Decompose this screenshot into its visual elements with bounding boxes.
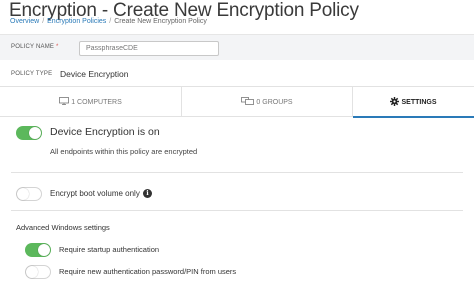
breadcrumb-encryption-policies[interactable]: Encryption Policies (47, 18, 106, 25)
gear-icon (390, 96, 400, 108)
encrypt-boot-volume-toggle[interactable] (16, 187, 42, 201)
policy-tabs: 1 COMPUTERS 0 GROUPS SETTINGS (0, 86, 474, 118)
policy-type-row: POLICY TYPE Device Encryption (0, 63, 474, 85)
require-new-pin-toggle[interactable] (25, 265, 51, 279)
tab-groups[interactable]: 0 GROUPS (181, 87, 353, 117)
tab-computers[interactable]: 1 COMPUTERS (0, 87, 181, 117)
encrypt-boot-volume-label: Encrypt boot volume only (50, 189, 140, 198)
device-encryption-toggle[interactable] (16, 126, 42, 140)
tab-computers-label: 1 COMPUTERS (71, 98, 122, 106)
toggle-knob (17, 188, 29, 200)
monitors-group-icon (241, 97, 255, 107)
breadcrumb-separator: / (42, 18, 45, 25)
monitor-icon (59, 97, 70, 107)
required-mark: * (55, 44, 59, 50)
toggle-knob (38, 244, 50, 256)
require-startup-auth-label: Require startup authentication (59, 245, 160, 254)
device-encryption-status: Device Encryption is on (50, 126, 160, 138)
toggle-knob (29, 127, 41, 139)
tab-groups-label: 0 GROUPS (256, 98, 293, 106)
tab-settings-label: SETTINGS (401, 98, 437, 106)
toggle-knob (26, 266, 38, 278)
section-divider (11, 210, 463, 211)
policy-type-value: Device Encryption (60, 69, 129, 79)
breadcrumb-separator: / (109, 18, 112, 25)
policy-name-input[interactable] (79, 41, 219, 56)
section-divider (11, 172, 463, 173)
breadcrumb-current: Create New Encryption Policy (114, 18, 207, 25)
policy-name-row: POLICY NAME * (0, 34, 474, 60)
policy-type-label: POLICY TYPE (11, 71, 53, 77)
info-icon[interactable]: i (143, 189, 152, 198)
require-new-pin-label: Require new authentication password/PIN … (59, 267, 237, 276)
tab-settings[interactable]: SETTINGS (353, 87, 474, 118)
require-startup-auth-toggle[interactable] (25, 243, 51, 257)
policy-name-label: POLICY NAME * (11, 44, 59, 50)
breadcrumb: Overview / Encryption Policies / Create New … (10, 18, 207, 25)
advanced-windows-settings-heading: Advanced Windows settings (16, 223, 110, 232)
breadcrumb-overview[interactable]: Overview (10, 18, 39, 25)
device-encryption-description: All endpoints within this policy are enc… (50, 147, 198, 156)
